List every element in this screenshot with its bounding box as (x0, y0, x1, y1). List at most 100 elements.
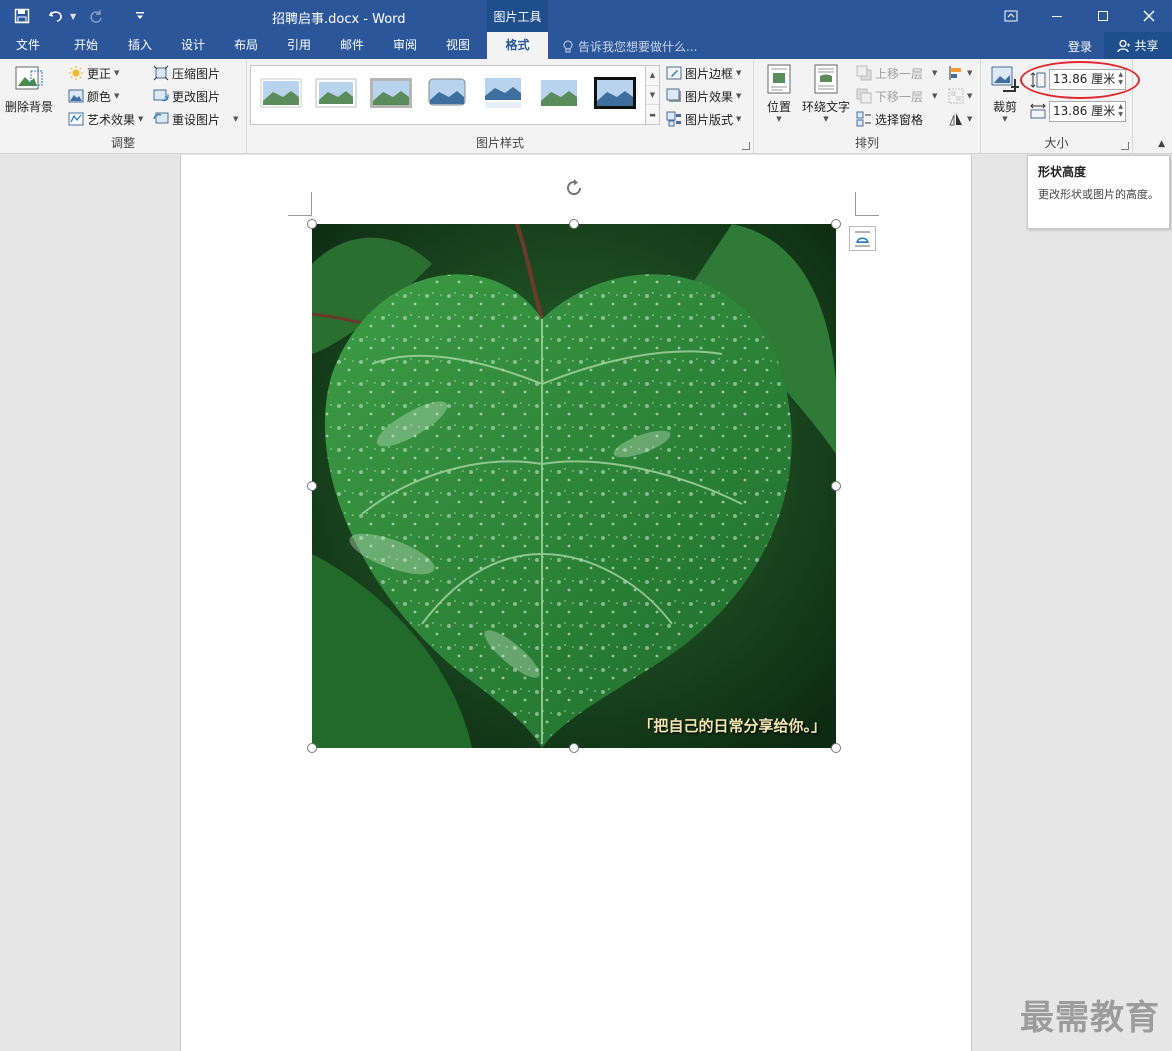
tab-format[interactable]: 格式 (487, 32, 548, 59)
crop-button[interactable]: 裁剪 ▼ (989, 63, 1021, 123)
undo-button[interactable] (42, 4, 70, 28)
maximize-button[interactable] (1080, 0, 1126, 32)
gallery-scrollbar: ▲ ▼ ▬ (645, 65, 660, 125)
tab-view[interactable]: 视图 (434, 32, 482, 59)
page-corner-mark (288, 192, 312, 216)
tell-me-search[interactable]: 告诉我您想要做什么... (562, 38, 697, 55)
resize-handle-right[interactable] (831, 481, 841, 491)
size-group-label: 大小 (1044, 136, 1069, 150)
bring-forward-button[interactable]: 上移一层 ▼ (856, 63, 937, 83)
wrap-text-button[interactable]: 环绕文字 ▼ (800, 63, 852, 123)
picture-layout-button[interactable]: 图片版式 ▼ (666, 109, 741, 129)
picture-style-4[interactable] (425, 75, 469, 111)
selection-pane-button[interactable]: 选择窗格 (856, 109, 923, 129)
picture-border-button[interactable]: 图片边框 ▼ (666, 63, 741, 83)
position-label: 位置 (766, 100, 791, 114)
picture-effects-button[interactable]: 图片效果 ▼ (666, 86, 741, 106)
tab-insert[interactable]: 插入 (116, 32, 164, 59)
tab-references[interactable]: 引用 (275, 32, 323, 59)
change-picture-button[interactable]: 更改图片 (153, 86, 220, 106)
minimize-button[interactable] (1034, 0, 1080, 32)
color-dropdown-icon: ▼ (114, 92, 120, 100)
minimize-icon (1052, 16, 1062, 17)
position-icon (767, 64, 791, 94)
wrap-text-icon (814, 64, 838, 94)
save-button[interactable] (8, 4, 36, 28)
picture-style-2[interactable] (314, 75, 358, 111)
tab-layout[interactable]: 布局 (222, 32, 270, 59)
layout-options-icon (855, 231, 870, 247)
picture-style-3[interactable] (369, 75, 413, 111)
selected-picture[interactable]: 「把自己的日常分享给你。」 (312, 224, 836, 748)
shape-width-spinner-icon[interactable]: ▲ ▼ (1118, 103, 1123, 119)
picture-layout-label: 图片版式 (685, 112, 734, 127)
picture-style-7[interactable] (593, 75, 637, 111)
tab-home[interactable]: 开始 (62, 32, 110, 59)
layout-options-button[interactable] (849, 226, 876, 251)
tooltip-title: 形状高度 (1038, 165, 1087, 179)
pen-icon (666, 66, 682, 80)
reset-picture-button[interactable]: 重设图片 ▼ (153, 109, 238, 129)
color-button[interactable]: 颜色 ▼ (68, 86, 119, 106)
compress-pictures-button[interactable]: 压缩图片 (153, 63, 220, 83)
ribbon-tabs: 文件 开始 插入 设计 布局 引用 邮件 审阅 视图 格式 告诉我您想要做什么.… (0, 32, 1172, 59)
picture-tools-context-label: 图片工具 (487, 0, 548, 32)
resize-handle-bottom-left[interactable] (307, 743, 317, 753)
tab-mailings[interactable]: 邮件 (328, 32, 376, 59)
picture-style-6[interactable] (537, 75, 581, 111)
tab-design[interactable]: 设计 (169, 32, 217, 59)
title-bar: ▼ 招聘启事.docx - Word 图片工具 (0, 0, 1172, 32)
close-button[interactable] (1126, 0, 1172, 32)
leaf-photo (312, 224, 836, 748)
send-backward-icon (856, 88, 872, 104)
login-link[interactable]: 登录 (1068, 38, 1092, 55)
shape-width-input[interactable]: 13.86 厘米 ▲ ▼ (1049, 101, 1126, 122)
corrections-button[interactable]: 更正 ▼ (68, 63, 119, 83)
gallery-scroll-down-icon[interactable]: ▼ (646, 86, 659, 106)
group-button[interactable]: ▼ (948, 86, 972, 106)
redo-button[interactable] (82, 4, 110, 28)
document-title: 招聘启事.docx - Word (272, 12, 406, 27)
share-label: 共享 (1134, 39, 1159, 53)
gallery-scroll-up-icon[interactable]: ▲ (646, 66, 659, 86)
tab-review[interactable]: 审阅 (381, 32, 429, 59)
resize-handle-top[interactable] (569, 219, 579, 229)
customize-qat-button[interactable] (130, 4, 150, 28)
color-picture-icon (68, 89, 84, 103)
resize-handle-left[interactable] (307, 481, 317, 491)
picture-border-label: 图片边框 (685, 66, 734, 81)
tab-file[interactable]: 文件 (4, 32, 52, 59)
align-icon (949, 66, 961, 80)
send-backward-button[interactable]: 下移一层 ▼ (856, 86, 937, 106)
artistic-effects-button[interactable]: 艺术效果 ▼ (68, 109, 143, 129)
position-button[interactable]: 位置 ▼ (764, 63, 794, 123)
rotate-button[interactable]: ▼ (948, 109, 972, 129)
remove-background-icon (15, 66, 43, 90)
undo-dropdown-icon[interactable]: ▼ (70, 12, 76, 21)
rotate-handle-icon[interactable] (564, 178, 584, 198)
picture-effects-label: 图片效果 (685, 89, 734, 104)
share-button[interactable]: 共享 (1104, 32, 1172, 59)
gallery-more-icon[interactable]: ▬ (646, 105, 659, 124)
resize-handle-top-left[interactable] (307, 219, 317, 229)
picture-styles-launcher-icon[interactable] (742, 142, 750, 150)
resize-handle-top-right[interactable] (831, 219, 841, 229)
resize-handle-bottom-right[interactable] (831, 743, 841, 753)
resize-handle-bottom[interactable] (569, 743, 579, 753)
watermark-text: 最需教育 (1020, 998, 1160, 1038)
remove-background-label: 删除背景 (4, 100, 53, 114)
reset-picture-icon (153, 112, 169, 124)
align-button[interactable]: ▼ (948, 63, 972, 83)
send-backward-dropdown-icon: ▼ (932, 92, 938, 100)
tooltip-body: 更改形状或图片的高度。 (1038, 188, 1159, 201)
collapse-ribbon-icon[interactable]: ▲ (1158, 139, 1165, 149)
corrections-dropdown-icon: ▼ (114, 69, 120, 77)
remove-background-button[interactable]: 删除背景 (4, 63, 54, 115)
picture-style-5[interactable] (481, 75, 525, 111)
picture-effects-icon (666, 88, 681, 102)
size-launcher-icon[interactable] (1121, 142, 1129, 150)
picture-style-1[interactable] (259, 75, 303, 111)
ribbon-display-options-button[interactable] (988, 0, 1034, 32)
crop-label: 裁剪 (992, 100, 1017, 114)
selection-pane-icon (856, 111, 871, 127)
